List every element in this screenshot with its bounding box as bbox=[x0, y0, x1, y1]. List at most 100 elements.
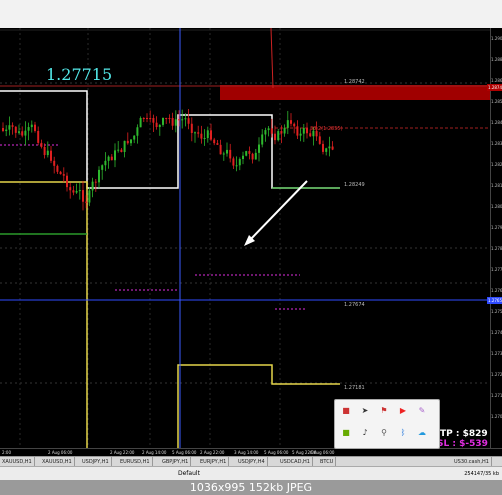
price-tick: 1.282 bbox=[491, 162, 502, 167]
flag-icon[interactable]: ⚑ bbox=[379, 406, 389, 416]
candle-body bbox=[318, 136, 321, 144]
candle-body bbox=[184, 118, 187, 120]
chart-canvas[interactable] bbox=[0, 28, 490, 448]
price-tick: 1.285 bbox=[491, 99, 502, 104]
price-tick: 1.271 bbox=[491, 393, 502, 398]
candle-body bbox=[30, 124, 33, 128]
price-tag-current: 1.2765 bbox=[487, 297, 502, 304]
upper-band bbox=[0, 90, 340, 189]
candle-body bbox=[94, 181, 97, 183]
candle-body bbox=[251, 153, 254, 160]
candle-body bbox=[133, 135, 136, 140]
candle-body bbox=[88, 190, 91, 203]
candle-body bbox=[24, 130, 27, 136]
candle-body bbox=[306, 127, 308, 134]
candle-body bbox=[2, 128, 4, 132]
candle-body bbox=[213, 139, 216, 144]
price-tick: 1.278 bbox=[491, 246, 502, 251]
candle-body bbox=[43, 146, 46, 156]
memory-usage: 254147/35 kb bbox=[464, 471, 499, 477]
candle-body bbox=[152, 118, 155, 123]
usb-icon[interactable]: ⚲ bbox=[379, 428, 389, 438]
candle-body bbox=[34, 124, 36, 131]
send-icon[interactable]: ➤ bbox=[360, 406, 370, 416]
price-tick: 1.275 bbox=[491, 309, 502, 314]
candle-body bbox=[136, 127, 139, 136]
candle-body bbox=[286, 120, 289, 128]
candle-body bbox=[107, 156, 110, 161]
candle-body bbox=[299, 133, 302, 136]
candle-body bbox=[270, 128, 273, 134]
candle-body bbox=[309, 133, 312, 137]
price-tick: 1.288 bbox=[491, 57, 502, 62]
red-app-icon[interactable]: ■ bbox=[341, 406, 351, 416]
volume-icon[interactable]: ♪ bbox=[360, 428, 370, 438]
candle-body bbox=[50, 150, 52, 161]
candle-body bbox=[59, 171, 62, 175]
profile-name: Default bbox=[178, 470, 200, 477]
candle-body bbox=[302, 127, 305, 134]
price-chart[interactable]: 1.27715 1.28742 38.2(1.2855) 1.28249 1.2… bbox=[0, 28, 490, 448]
candle-body bbox=[146, 118, 148, 119]
candle-body bbox=[322, 143, 324, 152]
nvidia-icon[interactable]: ■ bbox=[341, 428, 351, 438]
candle-body bbox=[328, 146, 331, 149]
cloud-icon[interactable]: ☁ bbox=[417, 428, 427, 438]
candle-body bbox=[72, 190, 75, 193]
candle-body bbox=[46, 150, 49, 156]
price-tag-top: 1.2874 bbox=[487, 84, 502, 91]
candle-body bbox=[210, 130, 212, 140]
price-tick: 1.276 bbox=[491, 288, 502, 293]
candle-body bbox=[248, 151, 251, 154]
bluetooth-icon[interactable]: ᛒ bbox=[398, 428, 408, 438]
candle-body bbox=[40, 142, 43, 147]
candle-body bbox=[203, 137, 206, 139]
candle-body bbox=[190, 123, 193, 133]
system-tray-popup: ■ ➤ ⚑ ▶ ✎ ■ ♪ ⚲ ᛒ ☁ bbox=[334, 399, 440, 449]
candle-body bbox=[104, 160, 107, 166]
candle-body bbox=[78, 190, 81, 192]
candle-body bbox=[27, 127, 30, 131]
candle-body bbox=[165, 118, 168, 119]
lower-band bbox=[177, 364, 340, 448]
candle-body bbox=[296, 126, 299, 136]
youtube-icon[interactable]: ▶ bbox=[398, 406, 408, 416]
price-tick: 1.280 bbox=[491, 204, 502, 209]
level-label-4: 1.27181 bbox=[344, 385, 365, 391]
price-tick: 1.274 bbox=[491, 330, 502, 335]
price-tick: 1.284 bbox=[491, 120, 502, 125]
price-tick: 1.273 bbox=[491, 351, 502, 356]
candle-body bbox=[229, 149, 232, 159]
candle-body bbox=[14, 126, 17, 133]
candle-body bbox=[66, 175, 68, 188]
candle-body bbox=[293, 123, 296, 127]
price-tick: 1.277 bbox=[491, 267, 502, 272]
candle-body bbox=[91, 181, 94, 191]
candle-body bbox=[75, 191, 78, 193]
candle-body bbox=[283, 127, 286, 134]
candle-body bbox=[18, 131, 20, 133]
candle-body bbox=[98, 169, 100, 183]
candle-body bbox=[149, 118, 152, 119]
candle-body bbox=[139, 118, 142, 128]
price-tick: 1.279 bbox=[491, 225, 502, 230]
candle-body bbox=[101, 165, 104, 170]
candle-body bbox=[235, 165, 238, 167]
candle-body bbox=[171, 118, 174, 126]
candle-body bbox=[142, 118, 145, 119]
candle-body bbox=[219, 144, 222, 155]
candle-body bbox=[222, 153, 225, 155]
pen-icon[interactable]: ✎ bbox=[417, 406, 427, 416]
candle-body bbox=[245, 151, 248, 156]
candle-body bbox=[254, 152, 257, 160]
supply-zone bbox=[220, 85, 490, 100]
candle-body bbox=[53, 160, 56, 166]
level-label-1: 1.28742 bbox=[344, 79, 365, 85]
candle-body bbox=[158, 124, 161, 128]
candle-body bbox=[110, 156, 113, 161]
candle-body bbox=[114, 150, 116, 161]
fib-label: 38.2(1.2855) bbox=[310, 126, 343, 132]
candle-body bbox=[194, 132, 196, 134]
candle-body bbox=[56, 165, 59, 172]
candle-body bbox=[197, 132, 200, 134]
